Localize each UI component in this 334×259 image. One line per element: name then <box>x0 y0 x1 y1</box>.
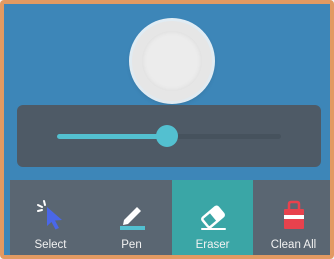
pen-tool-label: Pen <box>121 239 142 251</box>
clean-all-button[interactable]: Clean All <box>253 180 330 255</box>
clean-all-icon <box>283 200 304 229</box>
eraser-tool-button[interactable]: Eraser <box>172 180 253 255</box>
slider-fill <box>57 134 167 139</box>
brush-size-preview <box>132 21 212 101</box>
select-tool-button[interactable]: Select <box>10 180 91 255</box>
select-tool-label: Select <box>34 239 67 251</box>
pen-tool-button[interactable]: Pen <box>91 180 172 255</box>
drawing-panel: Select Pen Eraser Clean All <box>0 0 334 259</box>
pen-icon <box>119 207 145 230</box>
clean-all-label: Clean All <box>270 239 317 251</box>
slider-thumb[interactable] <box>155 125 178 147</box>
eraser-icon <box>200 205 226 230</box>
toolbar: Select Pen Eraser Clean All <box>10 180 330 255</box>
eraser-tool-label: Eraser <box>195 239 230 251</box>
brush-preview-dot <box>142 31 202 91</box>
brush-size-slider[interactable] <box>57 125 281 147</box>
brush-size-panel <box>17 105 321 167</box>
cursor-icon <box>36 200 62 230</box>
